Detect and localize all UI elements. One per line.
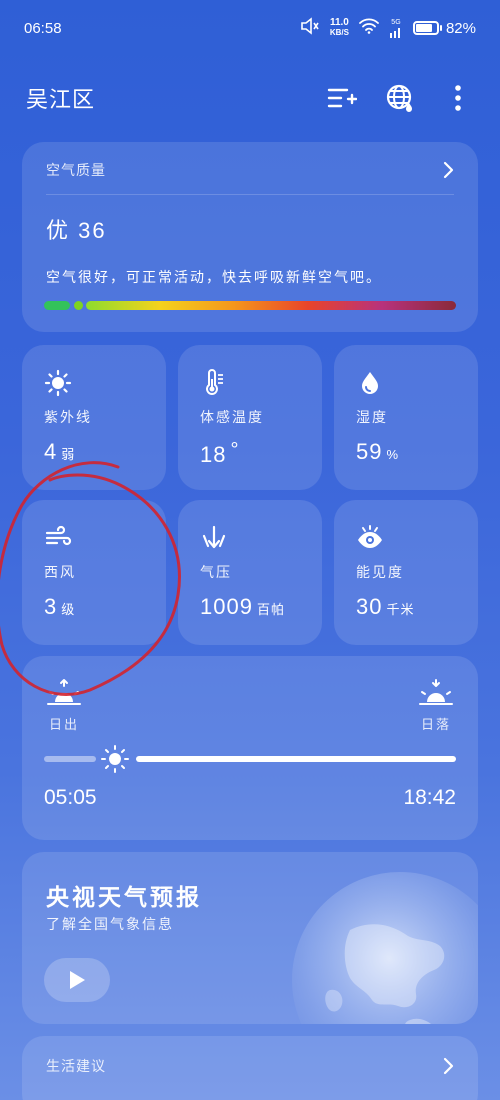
speed-value: 11.0 bbox=[329, 17, 349, 28]
tv-title: 央视天气预报 bbox=[46, 884, 202, 910]
location-title[interactable]: 吴江区 bbox=[26, 82, 95, 114]
tv-subtitle: 了解全国气象信息 bbox=[46, 916, 174, 932]
mute-icon bbox=[300, 17, 320, 39]
air-quality-card[interactable]: 空气质量 优 36 空气很好，可正常活动，快去呼吸新鲜空气吧。 bbox=[22, 142, 478, 332]
globe-icon bbox=[386, 84, 412, 112]
tile-value-unit: % bbox=[386, 447, 400, 462]
tile-value: 18 ° bbox=[200, 439, 300, 468]
tile-value: 4弱 bbox=[44, 439, 144, 465]
globe-button[interactable] bbox=[384, 82, 416, 114]
play-button[interactable] bbox=[44, 958, 110, 1002]
pressure-tile[interactable]: 气压 1009 百帕 bbox=[178, 500, 322, 645]
tile-value-number: 30 bbox=[356, 594, 383, 619]
sunset-icon bbox=[419, 679, 453, 705]
tile-value-number: 18 bbox=[200, 442, 227, 467]
tile-value-number: 3 bbox=[44, 594, 58, 619]
tile-label: 湿度 bbox=[356, 409, 388, 425]
status-icons: 11.0 KB/S 5G 82% bbox=[300, 17, 476, 39]
humidity-tile[interactable]: 湿度 59% bbox=[334, 345, 478, 490]
sunset-time: 18:42 bbox=[403, 786, 456, 809]
tile-value: 3级 bbox=[44, 594, 144, 620]
more-menu-button[interactable] bbox=[442, 82, 474, 114]
tile-label: 紫外线 bbox=[44, 409, 92, 425]
sunrise-label: 日出 bbox=[48, 717, 79, 732]
air-quality-description: 空气很好，可正常活动，快去呼吸新鲜空气吧。 bbox=[46, 269, 382, 285]
tile-label: 能见度 bbox=[356, 564, 404, 580]
sunset-label: 日落 bbox=[420, 717, 451, 732]
tile-label: 体感温度 bbox=[200, 409, 264, 425]
sunrise-block: 日出 bbox=[46, 678, 82, 733]
visibility-tile[interactable]: 能见度 30 千米 bbox=[334, 500, 478, 645]
tile-value: 1009 百帕 bbox=[200, 594, 300, 620]
tile-value-unit: ° bbox=[230, 439, 240, 461]
life-suggestions-label: 生活建议 bbox=[46, 1058, 106, 1074]
wind-icon bbox=[44, 524, 72, 552]
tile-label: 西风 bbox=[44, 564, 76, 580]
tile-value-unit: 弱 bbox=[61, 447, 76, 462]
wifi-icon bbox=[359, 18, 379, 38]
sun-times-row: 05:05 18:42 bbox=[44, 786, 456, 810]
air-quality-value: 优 36 bbox=[46, 218, 107, 243]
air-quality-scale-bar bbox=[44, 301, 456, 310]
air-quality-header: 空气质量 bbox=[46, 160, 454, 180]
battery-icon bbox=[412, 21, 439, 35]
eye-icon bbox=[356, 524, 384, 552]
divider bbox=[46, 194, 454, 195]
speed-unit: KB/S bbox=[329, 28, 349, 37]
tile-value-number: 4 bbox=[44, 439, 58, 464]
network-type: 5G bbox=[391, 18, 401, 26]
sunrise-sunset-card[interactable]: 日出 日落 05:05 18:42 bbox=[22, 656, 478, 840]
battery-percent: 82% bbox=[445, 19, 476, 37]
tile-value: 30 千米 bbox=[356, 594, 456, 620]
tile-value-unit: 百帕 bbox=[256, 602, 285, 617]
water-drop-icon bbox=[356, 369, 384, 397]
cctv-forecast-card[interactable]: 央视天气预报 了解全国气象信息 bbox=[22, 852, 478, 1024]
header-actions bbox=[326, 82, 474, 114]
signal-icon: 5G bbox=[389, 19, 403, 38]
add-city-button[interactable] bbox=[326, 82, 358, 114]
add-list-icon bbox=[327, 88, 357, 108]
tile-value-number: 59 bbox=[356, 439, 383, 464]
sun-labels-row: 日出 日落 bbox=[46, 678, 454, 733]
battery-indicator: 82% bbox=[412, 19, 476, 37]
tile-label: 气压 bbox=[200, 564, 232, 580]
life-suggestions-header: 生活建议 bbox=[46, 1056, 454, 1076]
tile-value-unit: 级 bbox=[61, 602, 76, 617]
status-time: 06:58 bbox=[24, 19, 62, 37]
sunset-block: 日落 bbox=[418, 678, 454, 733]
thermometer-icon bbox=[200, 369, 228, 397]
tile-value-unit: 千米 bbox=[386, 602, 415, 617]
sunrise-icon bbox=[47, 679, 81, 705]
globe-illustration bbox=[292, 872, 478, 1024]
network-speed: 11.0 KB/S bbox=[330, 18, 349, 38]
uv-index-tile[interactable]: 紫外线 4弱 bbox=[22, 345, 166, 490]
tile-value: 59% bbox=[356, 439, 456, 465]
sunrise-time: 05:05 bbox=[44, 786, 97, 809]
status-bar: 06:58 11.0 KB/S 5G 82% bbox=[0, 0, 500, 56]
more-vertical-icon bbox=[455, 85, 461, 111]
app-header: 吴江区 bbox=[0, 70, 500, 126]
wind-tile[interactable]: 西风 3级 bbox=[22, 500, 166, 645]
play-icon bbox=[70, 971, 85, 989]
sun-position-icon bbox=[100, 744, 130, 779]
chevron-right-icon[interactable] bbox=[442, 1057, 454, 1075]
air-quality-label: 空气质量 bbox=[46, 162, 106, 178]
sun-icon bbox=[44, 369, 72, 397]
daylight-progress bbox=[44, 745, 456, 773]
chevron-right-icon[interactable] bbox=[442, 161, 454, 179]
feels-like-tile[interactable]: 体感温度 18 ° bbox=[178, 345, 322, 490]
pressure-icon bbox=[200, 524, 228, 552]
air-quality-marker bbox=[74, 301, 83, 310]
life-suggestions-card[interactable]: 生活建议 bbox=[22, 1036, 478, 1100]
tile-value-number: 1009 bbox=[200, 594, 253, 619]
